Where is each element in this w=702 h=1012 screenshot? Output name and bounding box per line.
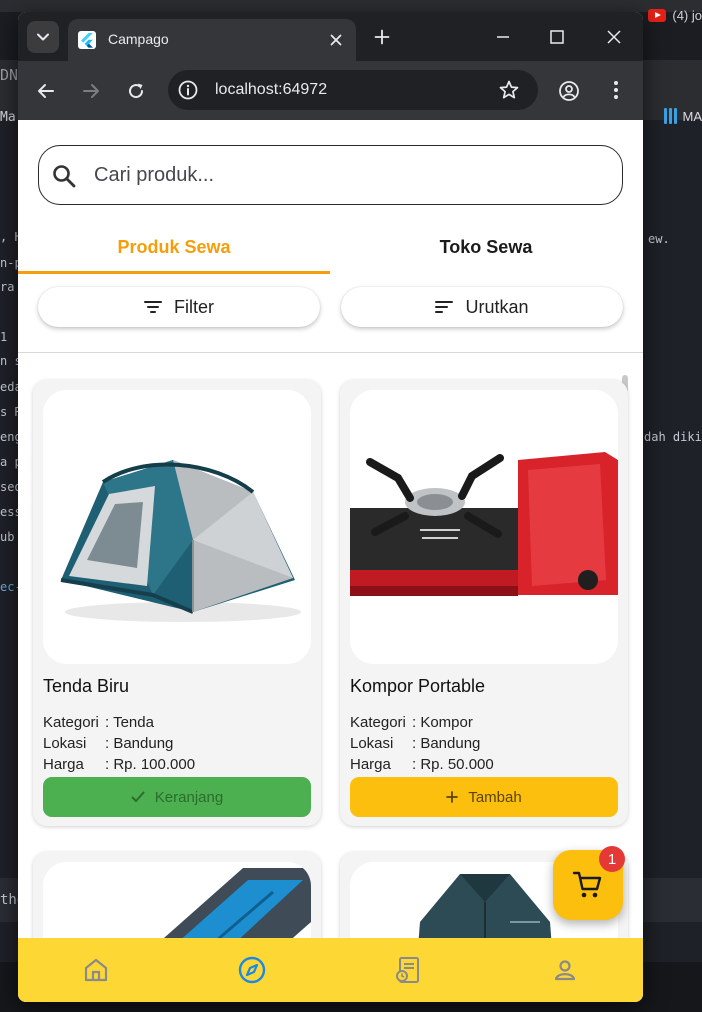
browser-tab[interactable]: Campago — [68, 19, 356, 61]
add-to-cart-button[interactable]: Tambah — [350, 777, 618, 817]
product-category: Kategori : Kompor — [350, 714, 473, 731]
search-placeholder: Cari produk... — [94, 164, 215, 186]
background-youtube-tab: (4) jo — [648, 8, 702, 23]
background-youtube-tab-label: (4) jo — [672, 8, 702, 23]
filter-label: Filter — [174, 296, 214, 317]
product-name: Kompor Portable — [350, 676, 486, 696]
cart-added-label: Keranjang — [154, 788, 224, 806]
bottom-navigation — [18, 938, 643, 1002]
reload-icon[interactable] — [121, 76, 151, 106]
check-icon — [131, 791, 145, 802]
shopping-cart-icon — [572, 871, 602, 898]
stove-image — [350, 390, 618, 664]
location-key: Lokasi — [43, 735, 87, 752]
price-value: : Rp. 50.000 — [412, 756, 494, 773]
forward-arrow-icon[interactable] — [76, 76, 106, 106]
product-name: Tenda Biru — [43, 676, 130, 696]
close-tab-icon[interactable] — [326, 30, 346, 50]
bookmark-star-icon[interactable] — [498, 79, 520, 101]
address-bar[interactable]: localhost:64972 — [168, 70, 538, 110]
divider — [18, 352, 643, 353]
product-image-stove — [350, 390, 618, 664]
site-info-icon[interactable] — [177, 79, 199, 101]
background-bookmark-text: MA — [682, 108, 702, 124]
product-category: Kategori : Tenda — [43, 714, 154, 731]
sort-icon — [435, 301, 454, 313]
profile-icon[interactable] — [558, 80, 580, 102]
sort-button[interactable]: Urutkan — [341, 287, 623, 327]
product-tabs: Produk Sewa Toko Sewa — [18, 222, 643, 274]
product-image-tent — [43, 390, 311, 664]
browser-window: Campago localhost:64972 Cari produk... P… — [18, 12, 643, 1002]
background-bookmark-label: Ma — [0, 110, 16, 125]
profile-icon — [554, 960, 576, 981]
background-code-line: ub — [0, 530, 15, 544]
sort-label: Urutkan — [465, 296, 529, 317]
category-key: Kategori — [350, 714, 406, 731]
nav-orders[interactable] — [390, 952, 426, 988]
tab-produk-sewa[interactable]: Produk Sewa — [18, 222, 330, 274]
home-icon — [84, 958, 108, 982]
new-tab-icon[interactable] — [370, 25, 394, 49]
category-value: : Tenda — [105, 714, 154, 731]
background-bookmark: MA — [663, 108, 702, 124]
minimize-icon[interactable] — [490, 24, 516, 50]
location-value: : Bandung — [412, 735, 481, 752]
tent-image — [43, 390, 311, 664]
tab-toko-sewa[interactable]: Toko Sewa — [330, 222, 642, 272]
product-price: Harga : Rp. 50.000 — [350, 756, 494, 773]
cart-button[interactable]: 1 — [553, 846, 625, 920]
browser-titlebar: Campago — [18, 12, 643, 61]
price-key: Harga — [43, 756, 84, 773]
more-menu-icon[interactable] — [606, 78, 626, 102]
nav-explore[interactable] — [234, 952, 270, 988]
search-icon — [53, 165, 76, 188]
cart-added-button[interactable]: Keranjang — [43, 777, 311, 817]
browser-toolbar: localhost:64972 — [18, 61, 643, 120]
explore-icon — [238, 956, 266, 984]
background-code-line: ra — [0, 280, 15, 294]
close-window-icon[interactable] — [601, 24, 627, 50]
location-value: : Bandung — [105, 735, 174, 752]
background-code-right: ew. — [648, 232, 670, 246]
maximize-icon[interactable] — [544, 24, 570, 50]
orders-icon — [396, 957, 419, 983]
filter-button[interactable]: Filter — [38, 287, 320, 327]
product-location: Lokasi : Bandung — [350, 735, 480, 752]
background-code-line: 1 — [0, 330, 8, 344]
price-value: : Rp. 100.000 — [105, 756, 196, 773]
add-to-cart-label: Tambah — [468, 788, 522, 806]
location-key: Lokasi — [350, 735, 394, 752]
product-card[interactable]: Tenda Biru Kategori : Tenda Lokasi : Bandu… — [33, 380, 321, 826]
url-text[interactable]: localhost:64972 — [215, 81, 327, 99]
nav-home[interactable] — [78, 952, 114, 988]
plus-icon — [446, 791, 459, 803]
bookmark-bars-icon — [663, 108, 677, 124]
nav-profile[interactable] — [547, 952, 583, 988]
app-viewport: Cari produk... Produk Sewa Toko Sewa Fil… — [18, 120, 643, 1002]
product-location: Lokasi : Bandung — [43, 735, 173, 752]
background-tab-label: DN — [0, 66, 19, 84]
back-arrow-icon[interactable] — [31, 76, 61, 106]
product-card[interactable]: Kompor Portable Kategori : Kompor Lokasi:… — [340, 380, 628, 826]
background-code-right: dah diki — [644, 430, 702, 444]
tab-title: Campago — [108, 31, 169, 47]
search-input[interactable]: Cari produk... — [38, 145, 623, 205]
price-key: Harga — [350, 756, 391, 773]
filter-icon — [144, 301, 162, 313]
flutter-icon — [78, 31, 96, 49]
chevron-down-icon — [37, 33, 49, 41]
category-value: : Kompor — [412, 714, 473, 731]
cart-count-badge: 1 — [599, 846, 625, 872]
tab-search-button[interactable] — [27, 21, 59, 53]
category-key: Kategori — [43, 714, 99, 731]
desktop-taskbar-top — [0, 0, 702, 12]
youtube-icon — [648, 9, 667, 22]
product-price: Harga : Rp. 100.000 — [43, 756, 195, 773]
